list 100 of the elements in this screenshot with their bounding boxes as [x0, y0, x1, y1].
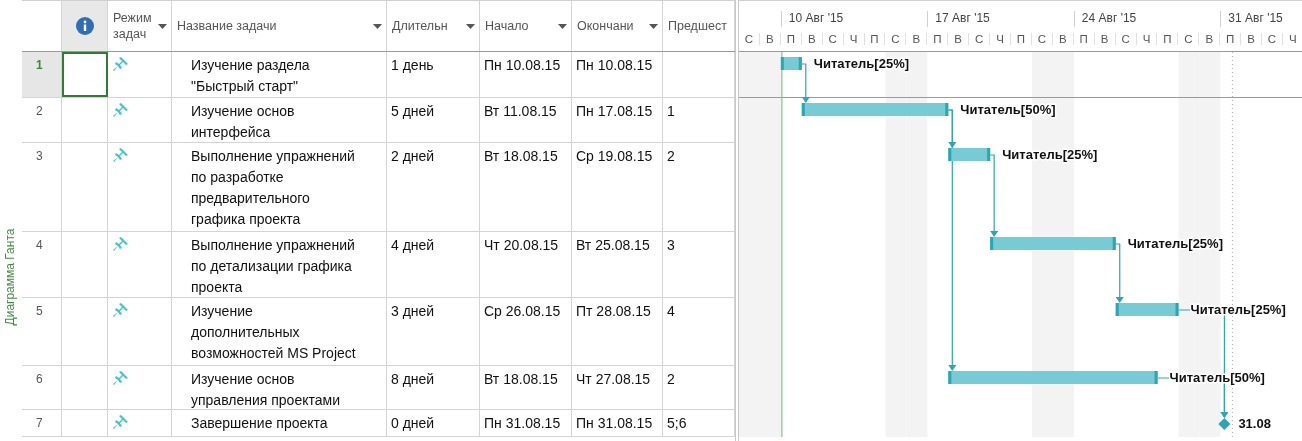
column-header[interactable]: Начало [480, 1, 572, 51]
task-name: Изучение основ управления проектами [191, 370, 341, 410]
table-cell: Пн 10.08.15 [576, 57, 653, 73]
table-cell: Вт 18.08.15 [484, 148, 558, 164]
table-cell: Чт 27.08.15 [576, 371, 651, 387]
day-label: С [1178, 33, 1200, 45]
week-label: 24 Авг '15 [1073, 11, 1221, 27]
column-header[interactable]: Название задачи [172, 1, 387, 51]
resource-label: Читатель[25%] [1002, 147, 1098, 162]
pushpin-icon [112, 235, 130, 253]
task-name: Завершение проекта [191, 414, 329, 433]
table-cell: 5;6 [667, 415, 687, 431]
table-cell: Вт 11.08.15 [484, 103, 557, 119]
indicator-cell[interactable] [62, 52, 108, 97]
pushpin-icon [112, 369, 130, 387]
table-cell: 8 дней [391, 371, 435, 387]
day-label: В [906, 33, 928, 45]
table-cell: 2 [667, 148, 675, 164]
day-label: В [759, 33, 781, 45]
task-bar[interactable] [801, 103, 949, 116]
table-cell: 2 [667, 371, 675, 387]
dropdown-caret-icon[interactable] [373, 23, 382, 29]
dropdown-caret-icon[interactable] [158, 23, 167, 29]
info-column-header[interactable] [62, 1, 108, 51]
task-bar[interactable] [948, 148, 991, 161]
day-label: В [1241, 33, 1263, 45]
row-number[interactable]: 6 [22, 366, 62, 409]
pushpin-icon [112, 301, 130, 319]
day-label: П [1220, 33, 1242, 45]
pushpin-icon [112, 413, 130, 431]
day-label: П [864, 33, 886, 45]
task-name: Выполнение упражнений по детализации графика проекта [191, 236, 356, 297]
dependency-arrow [801, 63, 810, 103]
pushpin-icon [112, 55, 130, 73]
day-label: В [1052, 33, 1074, 45]
milestone-date-label: 31.08 [1238, 416, 1271, 431]
day-label: Ч [843, 33, 865, 45]
column-header[interactable]: Режим задач [108, 1, 172, 51]
day-label: Ч [1136, 33, 1158, 45]
row-number[interactable]: 7 [22, 410, 62, 436]
resource-label: Читатель[25%] [813, 56, 910, 71]
day-label: П [780, 33, 802, 45]
week-label: 10 Авг '15 [780, 11, 928, 27]
pushpin-icon [112, 101, 130, 119]
table-cell: Пн 31.08.15 [576, 415, 653, 431]
column-header[interactable]: Предшест [663, 1, 735, 51]
table-cell: 3 дней [391, 303, 435, 319]
dropdown-caret-icon[interactable] [649, 23, 658, 29]
task-name: Изучение основ интерфейса [191, 102, 296, 142]
day-label: В [801, 33, 823, 45]
week-label: 17 Авг '15 [927, 11, 1074, 27]
resource-label: Читатель[50%] [960, 102, 1056, 117]
column-header[interactable]: Окончани [572, 1, 663, 51]
day-label: С [1115, 33, 1137, 45]
day-label: Ч [1282, 33, 1302, 45]
table-cell: Ср 19.08.15 [576, 148, 653, 164]
day-label: С [739, 33, 760, 45]
view-label: Диаграмма Ганта [3, 227, 17, 328]
info-icon [76, 17, 94, 35]
table-cell: Ср 26.08.15 [484, 303, 561, 319]
day-label: В [948, 33, 970, 45]
table-cell: Вт 25.08.15 [576, 237, 650, 253]
task-name: Изучение раздела "Быстрый старт" [191, 56, 311, 96]
day-label: П [1157, 33, 1179, 45]
table-cell: 4 дней [391, 237, 435, 253]
task-bar[interactable] [990, 237, 1116, 250]
table-cell: Чт 20.08.15 [484, 237, 559, 253]
day-label: С [1031, 33, 1053, 45]
day-label: П [1011, 33, 1032, 45]
table-cell: 1 [667, 103, 675, 119]
task-bar[interactable] [780, 57, 802, 70]
day-label: П [927, 33, 949, 45]
table-cell: 5 дней [391, 103, 435, 119]
row-number[interactable]: 4 [22, 232, 62, 297]
table-cell: Пн 10.08.15 [484, 57, 561, 73]
task-name: Выполнение упражнений по разработке предварительного графика проекта [191, 147, 356, 229]
table-cell: 3 [667, 237, 675, 253]
task-bar[interactable] [1115, 303, 1179, 316]
milestone-diamond[interactable] [1218, 418, 1231, 430]
day-label: В [1094, 33, 1116, 45]
table-cell: Пн 17.08.15 [576, 103, 653, 119]
day-label: С [969, 33, 991, 45]
dropdown-caret-icon[interactable] [466, 23, 475, 29]
day-label: П [1073, 33, 1095, 45]
column-header[interactable]: Длительн [387, 1, 480, 51]
day-label: С [885, 33, 907, 45]
table-cell: 1 день [391, 57, 434, 73]
table-cell: 0 дней [391, 415, 435, 431]
table-cell: Пт 28.08.15 [576, 303, 651, 319]
day-label: С [1262, 33, 1283, 45]
dropdown-caret-icon[interactable] [558, 23, 567, 29]
day-label: С [822, 33, 844, 45]
table-cell: Вт 18.08.15 [484, 371, 558, 387]
row-number[interactable]: 3 [22, 143, 62, 231]
task-bar[interactable] [948, 371, 1158, 384]
pushpin-icon [112, 146, 130, 164]
row-number[interactable]: 5 [22, 298, 62, 365]
day-label: В [1199, 33, 1221, 45]
resource-label: Читатель[25%] [1190, 302, 1286, 317]
row-number[interactable]: 2 [22, 98, 62, 142]
